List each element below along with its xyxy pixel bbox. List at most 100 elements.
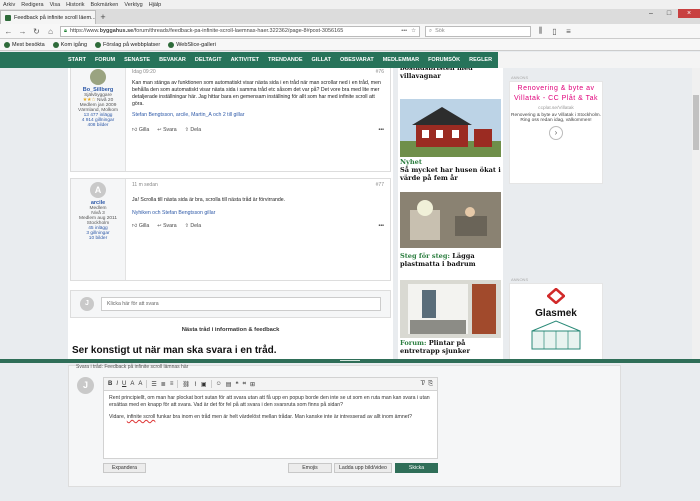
numbered-list-icon[interactable]: ≣ (161, 381, 166, 388)
code-icon[interactable]: ⌗ (243, 381, 246, 388)
underline-icon[interactable]: U (122, 381, 126, 387)
page-actions-icon[interactable]: ••• (401, 28, 407, 34)
nav-aktivitet[interactable]: AKTIVITET (231, 57, 259, 63)
post-number[interactable]: #76 (376, 69, 384, 76)
sidebar-icon[interactable]: ▯ (550, 27, 559, 36)
more-options-icon[interactable]: ••• (379, 127, 384, 134)
like-button[interactable]: 👍︎ Gilla (132, 223, 149, 230)
search-icon: ⌕ (429, 27, 433, 34)
share-button[interactable]: ⇧ Dela (185, 223, 201, 230)
more-options-icon[interactable]: ••• (379, 223, 384, 230)
next-thread-title[interactable]: Ser konstigt ut när man ska svara i en t… (72, 345, 277, 356)
upload-media-button[interactable]: Ladda upp bild/video (334, 463, 392, 473)
post-likers[interactable]: Nyhiken och Stefan Bengtsson gillar (132, 210, 384, 217)
home-icon[interactable]: ⌂ (46, 27, 55, 36)
news-image-flooring[interactable] (400, 192, 501, 248)
menu-historik[interactable]: Historik (66, 2, 84, 8)
menu-visa[interactable]: Visa (50, 2, 61, 8)
ad-glasmek[interactable]: Glasmek (509, 283, 603, 360)
menu-verktyg[interactable]: Verktyg (124, 2, 142, 8)
nav-regler[interactable]: REGLER (469, 57, 492, 63)
nav-senaste[interactable]: SENASTE (124, 57, 150, 63)
nav-bevakar[interactable]: BEVAKAR (159, 57, 186, 63)
reply-editor[interactable]: Rent principiellt, om man har plockat bo… (103, 391, 438, 459)
chevron-right-icon[interactable]: › (549, 126, 563, 140)
ad-title[interactable]: Renovering & bytе av Villatak - CC Plåt … (510, 84, 602, 104)
news-image-steps[interactable] (400, 280, 501, 338)
link-icon[interactable]: ⛓ (182, 381, 190, 388)
image-icon[interactable]: ▣ (201, 381, 207, 388)
nav-gillat[interactable]: GILLAT (312, 57, 331, 63)
send-button[interactable]: Skicka (395, 463, 438, 473)
bold-icon[interactable]: B (108, 381, 112, 387)
text-color-icon[interactable]: A (138, 381, 142, 387)
quote-icon[interactable]: ❝ (235, 381, 238, 388)
post-time[interactable]: Idag 09:20 (132, 69, 156, 76)
italic-icon[interactable]: I (116, 381, 118, 387)
share-button[interactable]: ⇧ Dela (185, 127, 201, 134)
news-item-value[interactable]: Nyhet Så mycket har husen ökat i värde på… (400, 158, 501, 182)
media-icon[interactable]: ▤ (226, 381, 232, 388)
ad-roof[interactable]: Renovering & bytе av Villatak - CC Plåt … (509, 81, 603, 184)
post-likers[interactable]: Stefan Bengtsson, arcile, Martin_A och 2… (132, 112, 384, 119)
new-tab-icon[interactable]: + (96, 12, 110, 22)
menu-redigera[interactable]: Redigera (21, 2, 43, 8)
site-navigation-filler (498, 52, 700, 68)
back-icon[interactable]: ← (4, 27, 13, 36)
glasmek-logo-icon (546, 287, 566, 305)
bookmark-star-icon[interactable]: ☆ (411, 28, 416, 34)
news-image-house[interactable] (400, 99, 501, 157)
bookmark-most-visited[interactable]: Mest besökta (4, 41, 45, 48)
emoji-icon[interactable]: ☺ (216, 381, 222, 387)
reload-icon[interactable]: ↻ (32, 27, 41, 36)
minimize-icon[interactable]: – (642, 9, 660, 18)
nav-deltagit[interactable]: DELTAGIT (195, 57, 222, 63)
avatar[interactable]: A (90, 182, 106, 198)
image-count[interactable]: 10 bilder (71, 236, 125, 241)
forward-icon[interactable]: → (18, 27, 27, 36)
drag-handle[interactable] (340, 360, 360, 361)
image-count[interactable]: 408 bilder (71, 123, 125, 128)
bookmark-get-started[interactable]: Kom igång (52, 41, 87, 48)
nav-forumsok[interactable]: FORUMSÖK (428, 57, 460, 63)
nav-trendande[interactable]: TRENDANDE (268, 57, 303, 63)
table-icon[interactable]: ⊞ (250, 381, 255, 388)
bookmark-webslice[interactable]: WebSlice-galleri (168, 41, 216, 48)
news-item-howto[interactable]: Steg för steg: Lägga plastmatta i badrum (400, 252, 501, 268)
bookmark-suggested-sites[interactable]: Förslag på webbplatser (95, 41, 160, 48)
menu-bokmarken[interactable]: Bokmärken (91, 2, 119, 8)
hamburger-menu-icon[interactable]: ≡ (564, 27, 573, 36)
library-icon[interactable]: ⫼ (536, 26, 545, 36)
emoji-button[interactable]: Emojis (288, 463, 332, 473)
news-headline[interactable]: bostadsbristen med villavagnar (400, 68, 501, 80)
search-bar[interactable]: ⌕ Sök (425, 25, 531, 37)
scrollbar-thumb[interactable] (693, 95, 699, 150)
ad-site[interactable]: ccplat.se/Villatak (510, 106, 602, 111)
like-button[interactable]: 👍︎ Gilla (132, 127, 149, 134)
nav-start[interactable]: START (68, 57, 86, 63)
align-icon[interactable]: ≡ (170, 381, 174, 387)
nav-forum[interactable]: FORUM (95, 57, 115, 63)
maximize-icon[interactable]: □ (660, 9, 678, 18)
nav-medlemmar[interactable]: MEDLEMMAR (383, 57, 419, 63)
post-77: A arcile Medlem Nivå 3 Medlem aug 2011 S… (70, 178, 391, 281)
reply-button[interactable]: ↩ Svara (157, 223, 176, 230)
toggle-bbcode-icon[interactable]: ⎘ (428, 381, 433, 388)
unlink-icon[interactable]: ⌇ (194, 381, 197, 388)
bullet-list-icon[interactable]: ☰ (151, 381, 156, 388)
post-number[interactable]: #77 (376, 182, 384, 189)
remove-format-icon[interactable]: T̸ (421, 381, 425, 388)
news-item-forum[interactable]: Forum: Plintar på entretrapp sjunker (400, 339, 501, 355)
close-window-icon[interactable]: × (678, 9, 700, 18)
menu-hjalp[interactable]: Hjälp (149, 2, 162, 8)
post-time[interactable]: 11 m sedan (132, 182, 158, 189)
nav-obesvarat[interactable]: OBESVARAT (340, 57, 374, 63)
browser-tab[interactable]: Feedback på infinite scroll läem... × (0, 10, 96, 24)
menu-arkiv[interactable]: Arkiv (3, 2, 15, 8)
reply-button[interactable]: ↩ Svara (157, 127, 176, 134)
quick-reply-input[interactable]: Klicka här för att svara (101, 297, 381, 311)
url-bar[interactable]: 🔒︎ https://www.byggahus.se/forum/threads… (60, 25, 420, 37)
avatar[interactable] (90, 69, 106, 85)
expand-button[interactable]: Expandera (103, 463, 146, 473)
font-size-icon[interactable]: A (130, 381, 134, 387)
